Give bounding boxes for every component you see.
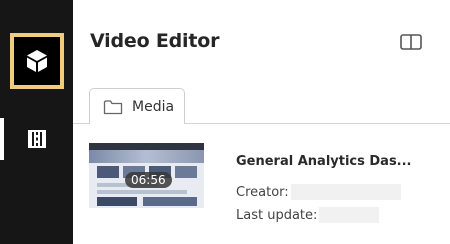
creator-row: Creator: bbox=[236, 184, 401, 200]
video-thumbnail[interactable]: 06:56 bbox=[89, 143, 204, 208]
tab-media[interactable]: Media bbox=[89, 88, 185, 124]
creator-value-redacted bbox=[290, 184, 401, 200]
film-strip-icon bbox=[27, 130, 46, 148]
page-title: Video Editor bbox=[90, 30, 220, 52]
active-indicator bbox=[0, 118, 4, 160]
main-panel: Video Editor Media 06:56 General Analyti… bbox=[73, 0, 450, 244]
duration-badge: 06:56 bbox=[125, 172, 172, 188]
creator-label: Creator: bbox=[236, 184, 289, 200]
tab-label: Media bbox=[132, 98, 175, 115]
folder-icon bbox=[103, 99, 123, 114]
media-item[interactable]: 06:56 General Analytics Das... Creator: … bbox=[89, 141, 449, 223]
panel-toggle-button[interactable] bbox=[400, 34, 422, 50]
sidebar-item-video[interactable] bbox=[0, 118, 73, 160]
app-logo-button[interactable] bbox=[10, 33, 64, 89]
panel-toggle-icon bbox=[400, 34, 422, 50]
cube-icon bbox=[27, 50, 47, 72]
last-update-value-redacted bbox=[319, 207, 380, 223]
last-update-label: Last update: bbox=[236, 207, 318, 223]
sidebar bbox=[0, 0, 73, 244]
last-update-row: Last update: bbox=[236, 207, 380, 223]
media-title[interactable]: General Analytics Das... bbox=[236, 154, 412, 169]
